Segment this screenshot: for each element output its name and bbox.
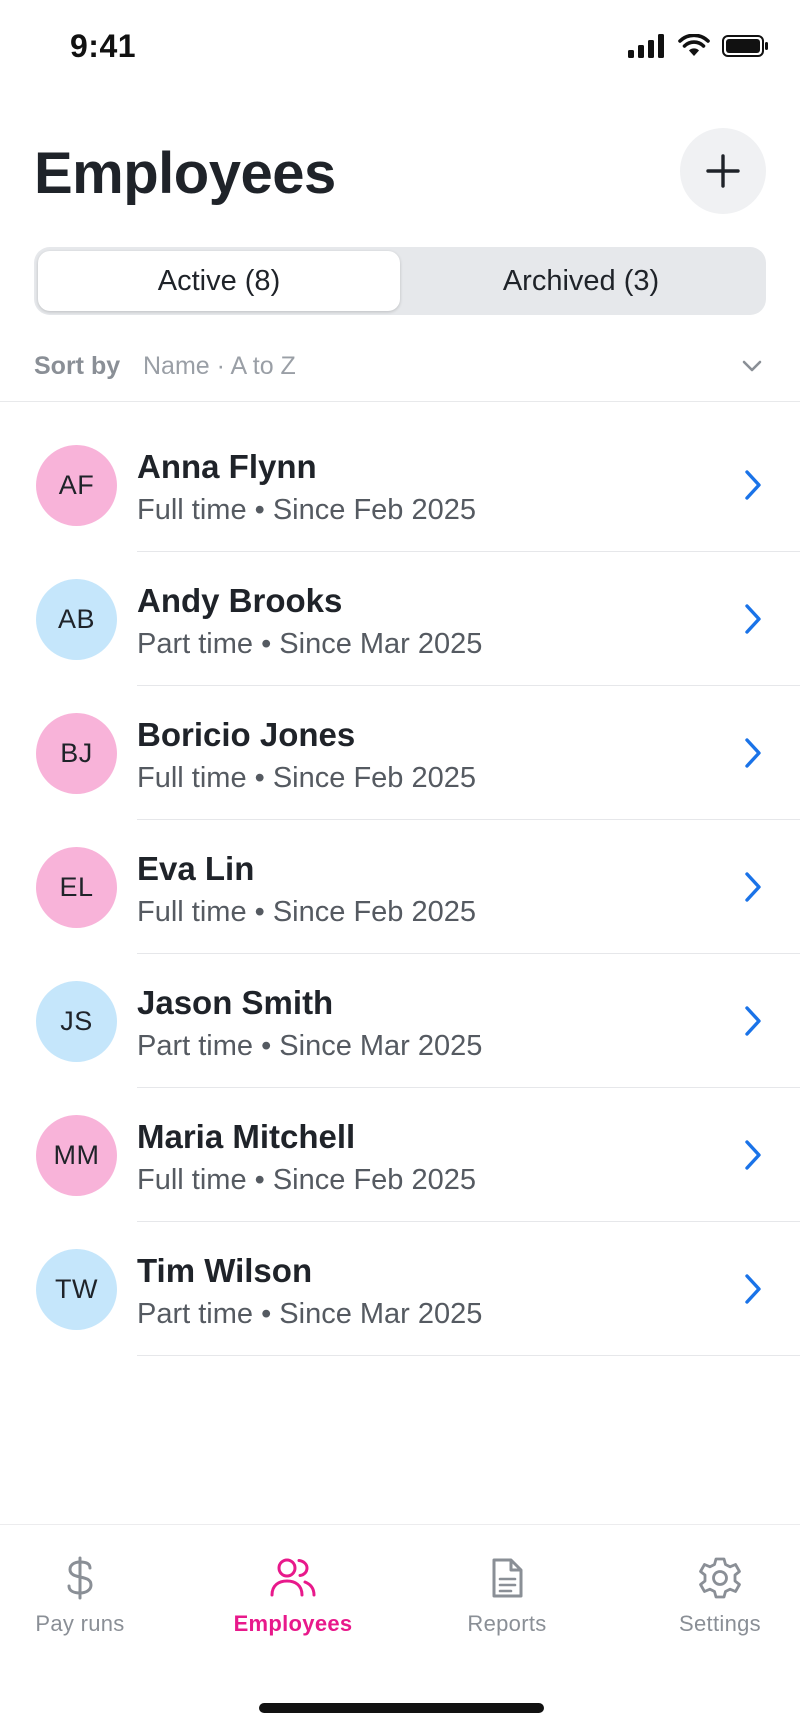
avatar: BJ [36, 713, 117, 794]
gear-icon [699, 1557, 741, 1599]
chevron-right-icon [745, 738, 761, 768]
employee-row[interactable]: AF Anna Flynn Full time • Since Feb 2025 [0, 418, 800, 552]
employee-row[interactable]: AB Andy Brooks Part time • Since Mar 202… [0, 552, 800, 686]
chevron-right-icon [745, 604, 761, 634]
employee-meta: Full time • Since Feb 2025 [137, 762, 476, 794]
employee-meta: Part time • Since Mar 2025 [137, 628, 483, 660]
sort-row[interactable]: Sort by Name · A to Z [0, 340, 800, 402]
employee-name: Jason Smith [137, 984, 334, 1021]
avatar: MM [36, 1115, 117, 1196]
chevron-right-icon [745, 1006, 761, 1036]
employee-meta: Part time • Since Mar 2025 [137, 1298, 483, 1330]
employee-row[interactable]: BJ Boricio Jones Full time • Since Feb 2… [0, 686, 800, 820]
users-icon [270, 1558, 316, 1597]
wifi-icon [678, 34, 710, 56]
tab-reports[interactable]: Reports [417, 1555, 597, 1637]
status-bar: 9:41 [0, 0, 800, 100]
status-icons [628, 34, 770, 58]
sort-label: Sort by [34, 352, 121, 380]
employee-row[interactable]: MM Maria Mitchell Full time • Since Feb … [0, 1088, 800, 1222]
employee-meta: Full time • Since Feb 2025 [137, 494, 476, 526]
dollar-icon [67, 1556, 93, 1600]
signal-icon [628, 34, 664, 58]
employee-name: Eva Lin [137, 850, 255, 887]
battery-icon [722, 35, 768, 57]
segment-archived[interactable]: Archived (3) [400, 251, 762, 311]
tab-label: Settings [679, 1611, 761, 1636]
tab-employees[interactable]: Employees [203, 1555, 383, 1637]
status-time: 9:41 [70, 28, 137, 64]
chevron-right-icon [745, 470, 761, 500]
avatar: AB [36, 579, 117, 660]
segment-active[interactable]: Active (8) [38, 251, 400, 311]
employee-meta: Part time • Since Mar 2025 [137, 1030, 483, 1062]
tab-pay-runs[interactable]: Pay runs [0, 1555, 170, 1637]
avatar: JS [36, 981, 117, 1062]
avatar: AF [36, 445, 117, 526]
tab-label: Reports [467, 1611, 547, 1636]
page-title: Employees [34, 141, 336, 206]
employee-row[interactable]: TW Tim Wilson Part time • Since Mar 2025 [0, 1222, 800, 1356]
plus-icon [706, 154, 740, 188]
chevron-right-icon [745, 872, 761, 902]
avatar: TW [36, 1249, 117, 1330]
employee-meta: Full time • Since Feb 2025 [137, 896, 476, 928]
employee-name: Anna Flynn [137, 448, 317, 485]
document-icon [492, 1558, 523, 1598]
tab-bar: Pay runs Employees Reports Settings [0, 1524, 800, 1732]
employee-row[interactable]: EL Eva Lin Full time • Since Feb 2025 [0, 820, 800, 954]
employee-name: Tim Wilson [137, 1252, 313, 1289]
chevron-down-icon[interactable] [740, 354, 764, 378]
add-employee-button[interactable] [680, 128, 766, 214]
tab-label: Pay runs [35, 1611, 125, 1636]
tab-settings[interactable]: Settings [630, 1555, 800, 1637]
tab-label: Employees [233, 1611, 353, 1636]
header: Employees [0, 120, 800, 230]
home-indicator [259, 1703, 544, 1713]
row-divider [137, 1355, 800, 1356]
employee-list: AF Anna Flynn Full time • Since Feb 2025… [0, 418, 800, 1356]
employee-name: Maria Mitchell [137, 1118, 356, 1155]
sort-value: Name · A to Z [143, 352, 296, 380]
employee-name: Andy Brooks [137, 582, 343, 619]
chevron-right-icon [745, 1274, 761, 1304]
status-segmented-control: Active (8) Archived (3) [34, 247, 766, 315]
employee-row[interactable]: JS Jason Smith Part time • Since Mar 202… [0, 954, 800, 1088]
employee-meta: Full time • Since Feb 2025 [137, 1164, 476, 1196]
avatar: EL [36, 847, 117, 928]
employee-name: Boricio Jones [137, 716, 356, 753]
chevron-right-icon [745, 1140, 761, 1170]
